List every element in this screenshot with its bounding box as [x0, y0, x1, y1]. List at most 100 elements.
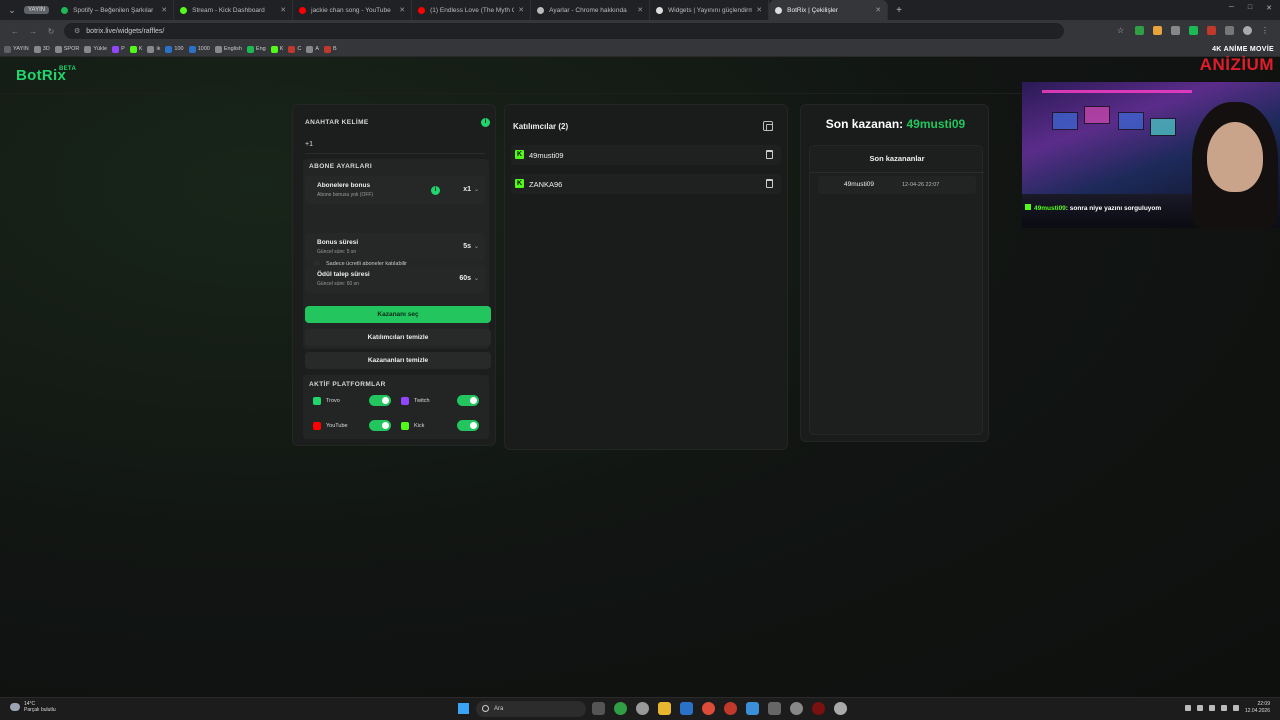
tab-close-icon[interactable]: ✕: [875, 6, 881, 14]
info-icon[interactable]: i: [481, 118, 490, 127]
forward-icon[interactable]: →: [24, 27, 42, 36]
battery-icon[interactable]: [1232, 705, 1239, 711]
minimize-icon[interactable]: ─: [1229, 4, 1234, 12]
bookmark-item[interactable]: ik: [147, 45, 160, 53]
platform-toggle-youtube[interactable]: [369, 420, 391, 431]
windows-start-icon[interactable]: [458, 703, 469, 714]
participant-name: 49musti09: [529, 151, 564, 160]
browser-tab[interactable]: BotRix | Çekilişler ✕: [769, 0, 889, 20]
pick-winner-button[interactable]: Kazananı seç: [305, 306, 491, 323]
clear-participants-button[interactable]: Katılımcıları temizle: [305, 329, 491, 346]
keyword-input[interactable]: [305, 137, 485, 151]
sub-bonus-info-icon[interactable]: i: [431, 186, 440, 195]
bookmark-label: K: [279, 46, 284, 52]
bookmark-item[interactable]: 100: [165, 45, 184, 53]
app-icon[interactable]: [680, 702, 693, 715]
platform-toggle-twitch[interactable]: [457, 395, 479, 406]
bookmark-item[interactable]: K: [129, 45, 142, 53]
app-icon[interactable]: [768, 702, 781, 715]
claim-time-select[interactable]: 60s: [459, 275, 471, 282]
bookmark-item[interactable]: A: [306, 45, 319, 53]
monitor: [1052, 112, 1078, 130]
weather-widget[interactable]: 14°C Parçalı bulutlu: [10, 701, 56, 713]
last-winner-label: Son kazanan:: [825, 117, 904, 131]
app-icon[interactable]: [636, 702, 649, 715]
chrome-icon[interactable]: [702, 702, 715, 715]
kick-icon: K: [515, 150, 524, 159]
tab-close-icon[interactable]: ✕: [637, 6, 643, 14]
settings-gear-icon[interactable]: [790, 702, 803, 715]
bookmark-item[interactable]: 3D: [33, 45, 50, 53]
maximize-icon[interactable]: □: [1248, 4, 1252, 12]
app-icon[interactable]: [834, 702, 847, 715]
bookmark-item[interactable]: K: [270, 45, 284, 53]
taskbar-search[interactable]: Ara: [476, 701, 586, 717]
extension-icon[interactable]: [1171, 26, 1180, 35]
profile-badge[interactable]: YAYIN: [24, 6, 50, 14]
platform-toggle-kick[interactable]: [457, 420, 479, 431]
bonus-time-row: Bonus süresi Güncel süre: 5 sn 5s ⌄: [305, 233, 485, 261]
sub-bonus-title: Abonelere bonus: [317, 182, 371, 189]
browser-tab[interactable]: Widgets | Yayınını güçlendirmek ✕: [650, 0, 770, 20]
tab-close-icon[interactable]: ✕: [280, 6, 286, 14]
app-icon[interactable]: [614, 702, 627, 715]
tab-close-icon[interactable]: ✕: [756, 6, 762, 14]
chevron-down-icon[interactable]: ⌄: [474, 275, 479, 282]
app-icon[interactable]: [724, 702, 737, 715]
task-view-icon[interactable]: [592, 702, 605, 715]
extension-icon[interactable]: [1153, 26, 1162, 35]
tab-close-icon[interactable]: ✕: [161, 6, 167, 14]
site-info-icon[interactable]: ⚙: [74, 27, 80, 35]
menu-dots-icon[interactable]: ⋮: [1261, 26, 1270, 35]
network-icon[interactable]: [1208, 705, 1215, 711]
browser-tab[interactable]: Stream - Kick Dashboard ✕: [174, 0, 294, 20]
extension-icon[interactable]: [1189, 26, 1198, 35]
chevron-down-icon[interactable]: ⌄: [474, 186, 479, 193]
browser-tab[interactable]: Spotify – Beğenilen Şarkılar ✕: [55, 0, 175, 20]
bookmark-item[interactable]: SPOR: [54, 45, 79, 53]
delete-icon[interactable]: [766, 150, 773, 159]
mic-icon[interactable]: [1196, 705, 1203, 711]
bookmark-item[interactable]: C: [288, 45, 301, 53]
reload-icon[interactable]: ↻: [42, 27, 60, 36]
bookmark-item[interactable]: Yükle: [84, 45, 107, 53]
obs-icon[interactable]: [812, 702, 825, 715]
chevron-down-icon[interactable]: ⌄: [474, 243, 479, 250]
tab-search-icon[interactable]: ⌄: [4, 2, 20, 18]
copy-icon[interactable]: [763, 121, 773, 131]
clear-winners-button[interactable]: Kazananları temizle: [305, 352, 491, 369]
bonus-time-select[interactable]: 5s: [463, 243, 471, 250]
bookmark-item[interactable]: English: [214, 45, 242, 53]
extension-icon[interactable]: [1207, 26, 1216, 35]
file-explorer-icon[interactable]: [658, 702, 671, 715]
volume-icon[interactable]: [1220, 705, 1227, 711]
new-tab-button[interactable]: +: [896, 5, 902, 16]
bookmark-item[interactable]: P: [112, 45, 125, 53]
tab-close-icon[interactable]: ✕: [518, 6, 524, 14]
clock[interactable]: 22:09 12.04.2026: [1245, 701, 1270, 715]
sub-bonus-select[interactable]: x1: [463, 186, 471, 193]
bookmark-item[interactable]: YAYIN: [4, 45, 29, 53]
bookmark-item[interactable]: Eng: [246, 45, 266, 53]
close-window-icon[interactable]: ✕: [1266, 4, 1272, 12]
bookmark-icon: [246, 45, 254, 53]
browser-tab[interactable]: Ayarlar - Chrome hakkında ✕: [531, 0, 651, 20]
app-icon[interactable]: [746, 702, 759, 715]
browser-tab[interactable]: jackie chan song - YouTube ✕: [293, 0, 413, 20]
bookmark-item[interactable]: 1000: [188, 45, 210, 53]
delete-icon[interactable]: [766, 179, 773, 188]
platform-toggle-trovo[interactable]: [369, 395, 391, 406]
profile-avatar-icon[interactable]: [1243, 26, 1252, 35]
extensions-puzzle-icon[interactable]: [1225, 26, 1234, 35]
tab-label: Widgets | Yayınını güçlendirmek: [668, 6, 753, 14]
browser-tab[interactable]: (1) Endless Love (The Myth OS) ✕: [412, 0, 532, 20]
url-input[interactable]: ⚙ botrix.live/widgets/raffles/: [64, 23, 1064, 39]
tab-close-icon[interactable]: ✕: [399, 6, 405, 14]
tray-chevron-icon[interactable]: [1184, 705, 1191, 711]
bookmark-star-icon[interactable]: ☆: [1117, 26, 1126, 35]
back-icon[interactable]: ←: [6, 27, 24, 36]
extension-icon[interactable]: [1135, 26, 1144, 35]
bookmark-item[interactable]: B: [324, 45, 337, 53]
platform-label: Kick: [414, 423, 425, 429]
botrix-logo[interactable]: BotRix BETA: [16, 66, 76, 84]
